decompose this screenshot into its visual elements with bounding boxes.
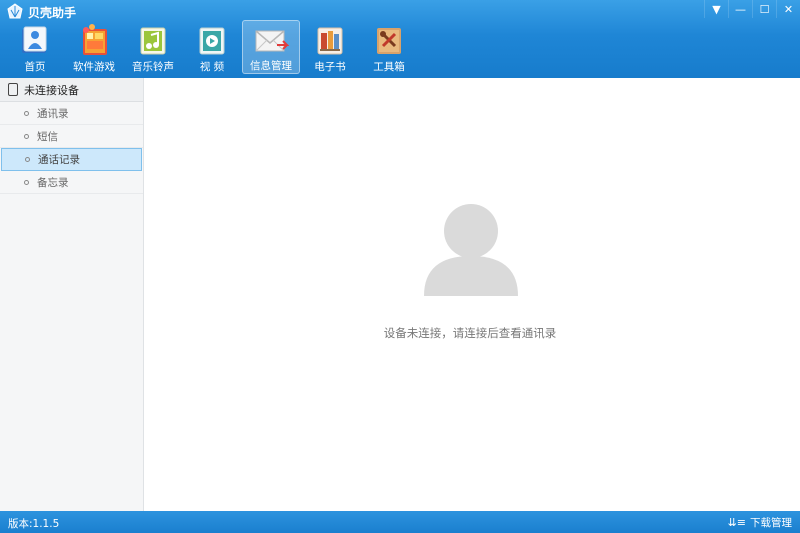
toolbar-message-management-label: 信息管理 <box>250 60 292 72</box>
toolbar-video-label: 视 频 <box>199 61 225 73</box>
home-icon <box>22 26 47 53</box>
phone-icon <box>8 83 18 96</box>
music-ringtone-icon <box>140 27 166 55</box>
toolbar-home-label: 首页 <box>24 61 46 73</box>
close-button[interactable]: ✕ <box>776 0 800 18</box>
user-placeholder-icon <box>424 204 518 296</box>
ebook-icon <box>317 27 343 55</box>
toolbar-toolbox[interactable]: 工具箱 <box>360 20 418 74</box>
main-toolbar: 首页 软件游戏 音乐铃声 视 频 信息管理 电子书 工具箱 <box>6 20 419 76</box>
maximize-button[interactable]: ☐ <box>752 0 776 18</box>
bullet-icon <box>24 110 29 116</box>
sidebar-item-call-log[interactable]: 通话记录 <box>1 148 142 171</box>
video-icon <box>199 27 225 55</box>
toolbar-apps-games-label: 软件游戏 <box>73 61 115 73</box>
version-label: 版本:1.1.5 <box>8 518 60 530</box>
main-content: 设备未连接，请连接后查看通讯录 <box>145 78 800 511</box>
window-controls: ▼ — ☐ ✕ <box>704 0 800 18</box>
toolbar-music[interactable]: 音乐铃声 <box>124 20 182 74</box>
download-manager-label: 下载管理 <box>750 517 792 529</box>
bullet-icon <box>25 157 30 162</box>
message-envelope-icon <box>255 30 289 52</box>
sidebar-item-label: 通话记录 <box>38 154 80 166</box>
toolbar-apps-games[interactable]: 软件游戏 <box>65 20 123 74</box>
sidebar-item-label: 短信 <box>37 130 58 143</box>
toolbar-video[interactable]: 视 频 <box>183 20 241 74</box>
toolbar-toolbox-label: 工具箱 <box>373 61 405 73</box>
sidebar-item-label: 通讯录 <box>37 107 69 120</box>
download-manager-button[interactable]: ⇊≡ 下载管理 <box>728 515 792 530</box>
shell-logo-icon <box>7 3 23 19</box>
header: 贝壳助手 ▼ — ☐ ✕ 首页 软件游戏 音乐铃声 视 频 信息管理 电子书 工… <box>0 0 800 78</box>
menu-dropdown-button[interactable]: ▼ <box>704 0 728 18</box>
toolbar-home[interactable]: 首页 <box>6 20 64 74</box>
sidebar: 未连接设备 通讯录 短信 通话记录 备忘录 <box>0 78 144 511</box>
minimize-button[interactable]: — <box>728 0 752 18</box>
device-status-label: 未连接设备 <box>24 83 79 97</box>
sidebar-item-sms[interactable]: 短信 <box>0 125 143 148</box>
toolbar-music-label: 音乐铃声 <box>132 61 174 73</box>
toolbox-icon <box>377 28 401 54</box>
download-list-icon: ⇊≡ <box>727 516 746 529</box>
empty-state-message: 设备未连接，请连接后查看通讯录 <box>383 326 557 340</box>
sidebar-item-contacts[interactable]: 通讯录 <box>0 102 143 125</box>
toolbar-message-management[interactable]: 信息管理 <box>242 20 300 74</box>
device-status-header: 未连接设备 <box>0 78 143 102</box>
status-bar: 版本:1.1.5 ⇊≡ 下载管理 <box>0 511 800 533</box>
sidebar-item-label: 备忘录 <box>37 176 69 189</box>
sidebar-item-memo[interactable]: 备忘录 <box>0 171 143 194</box>
title-bar: 贝壳助手 ▼ — ☐ ✕ <box>0 0 800 22</box>
bullet-icon <box>24 133 29 139</box>
apps-games-icon <box>83 24 107 55</box>
app-title: 贝壳助手 <box>28 6 77 20</box>
toolbar-ebook-label: 电子书 <box>314 61 346 73</box>
bullet-icon <box>24 179 29 185</box>
toolbar-ebook[interactable]: 电子书 <box>301 20 359 74</box>
